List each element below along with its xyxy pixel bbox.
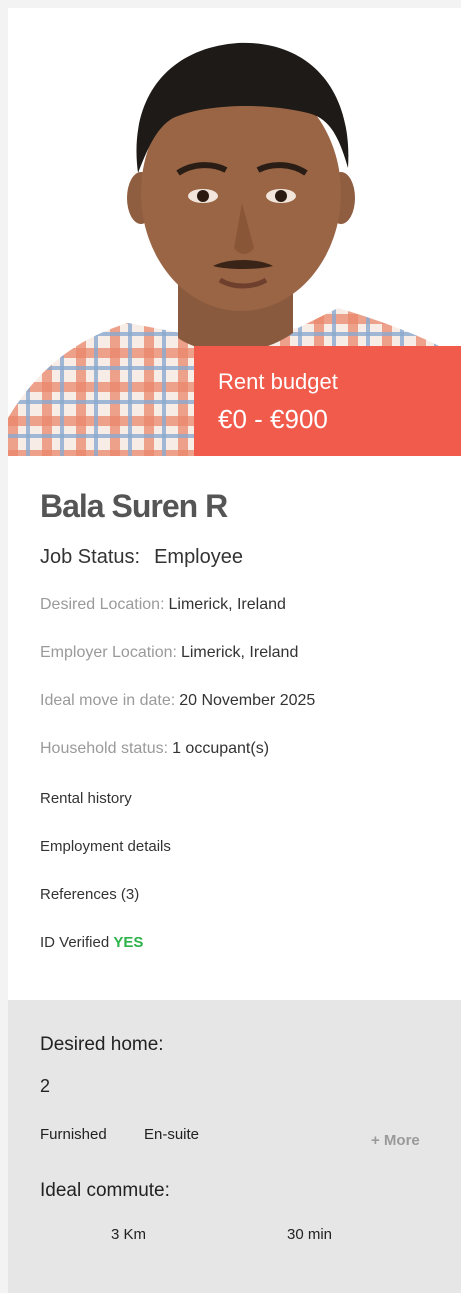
rent-budget-label: Rent budget [218,369,338,394]
profile-photo: Rent budget €0 - €900 [8,8,461,456]
bedrooms-value: 2 [40,1076,51,1096]
household-status-label: Household status: [40,740,169,757]
employer-location-row: Employer Location: Limerick, Ireland [40,644,298,662]
tenant-name: Bala Suren R [40,488,228,524]
feature-en-suite: En-suite [144,1126,200,1143]
id-verified: ID Verified YES [40,934,143,951]
rental-history-link[interactable]: Rental history [40,790,132,807]
move-in-date-value: 20 November 2025 [179,692,316,709]
household-status-row: Household status: 1 occupant(s) [40,740,269,758]
employer-location-value: Limerick, Ireland [180,644,299,661]
desired-home-section: Desired home: 2 Furnished En-suite + Mor… [8,1000,461,1293]
job-status-value: Employee [154,546,243,568]
employment-details-link[interactable]: Employment details [40,838,171,855]
desired-location-value: Limerick, Ireland [168,596,286,613]
commute-distance: 3 Km [111,1226,147,1243]
id-verified-label: ID Verified [40,934,110,951]
desired-location-label: Desired Location: [40,596,165,613]
id-verified-badge: YES [113,934,144,951]
more-features-button[interactable]: + More [371,1132,420,1149]
job-status-label: Job Status: [40,546,141,568]
commute-time: 30 min [287,1226,333,1243]
rent-budget-badge: Rent budget €0 - €900 [194,346,461,456]
job-status: Job Status: Employee [40,546,243,569]
profile-info: Bala Suren R Job Status: Employee Desired… [40,486,440,951]
ideal-commute-title: Ideal commute: [40,1180,170,1201]
desired-home-title: Desired home: [40,1034,164,1055]
desired-location-row: Desired Location: Limerick, Ireland [40,596,286,614]
references-link[interactable]: References (3) [40,886,139,903]
rent-budget-value: €0 - €900 [218,404,328,434]
move-in-date-row: Ideal move in date: 20 November 2025 [40,692,315,710]
feature-furnished: Furnished [40,1126,107,1143]
household-status-value: 1 occupant(s) [172,740,270,757]
move-in-date-label: Ideal move in date: [40,692,176,709]
employer-location-label: Employer Location: [40,644,177,661]
